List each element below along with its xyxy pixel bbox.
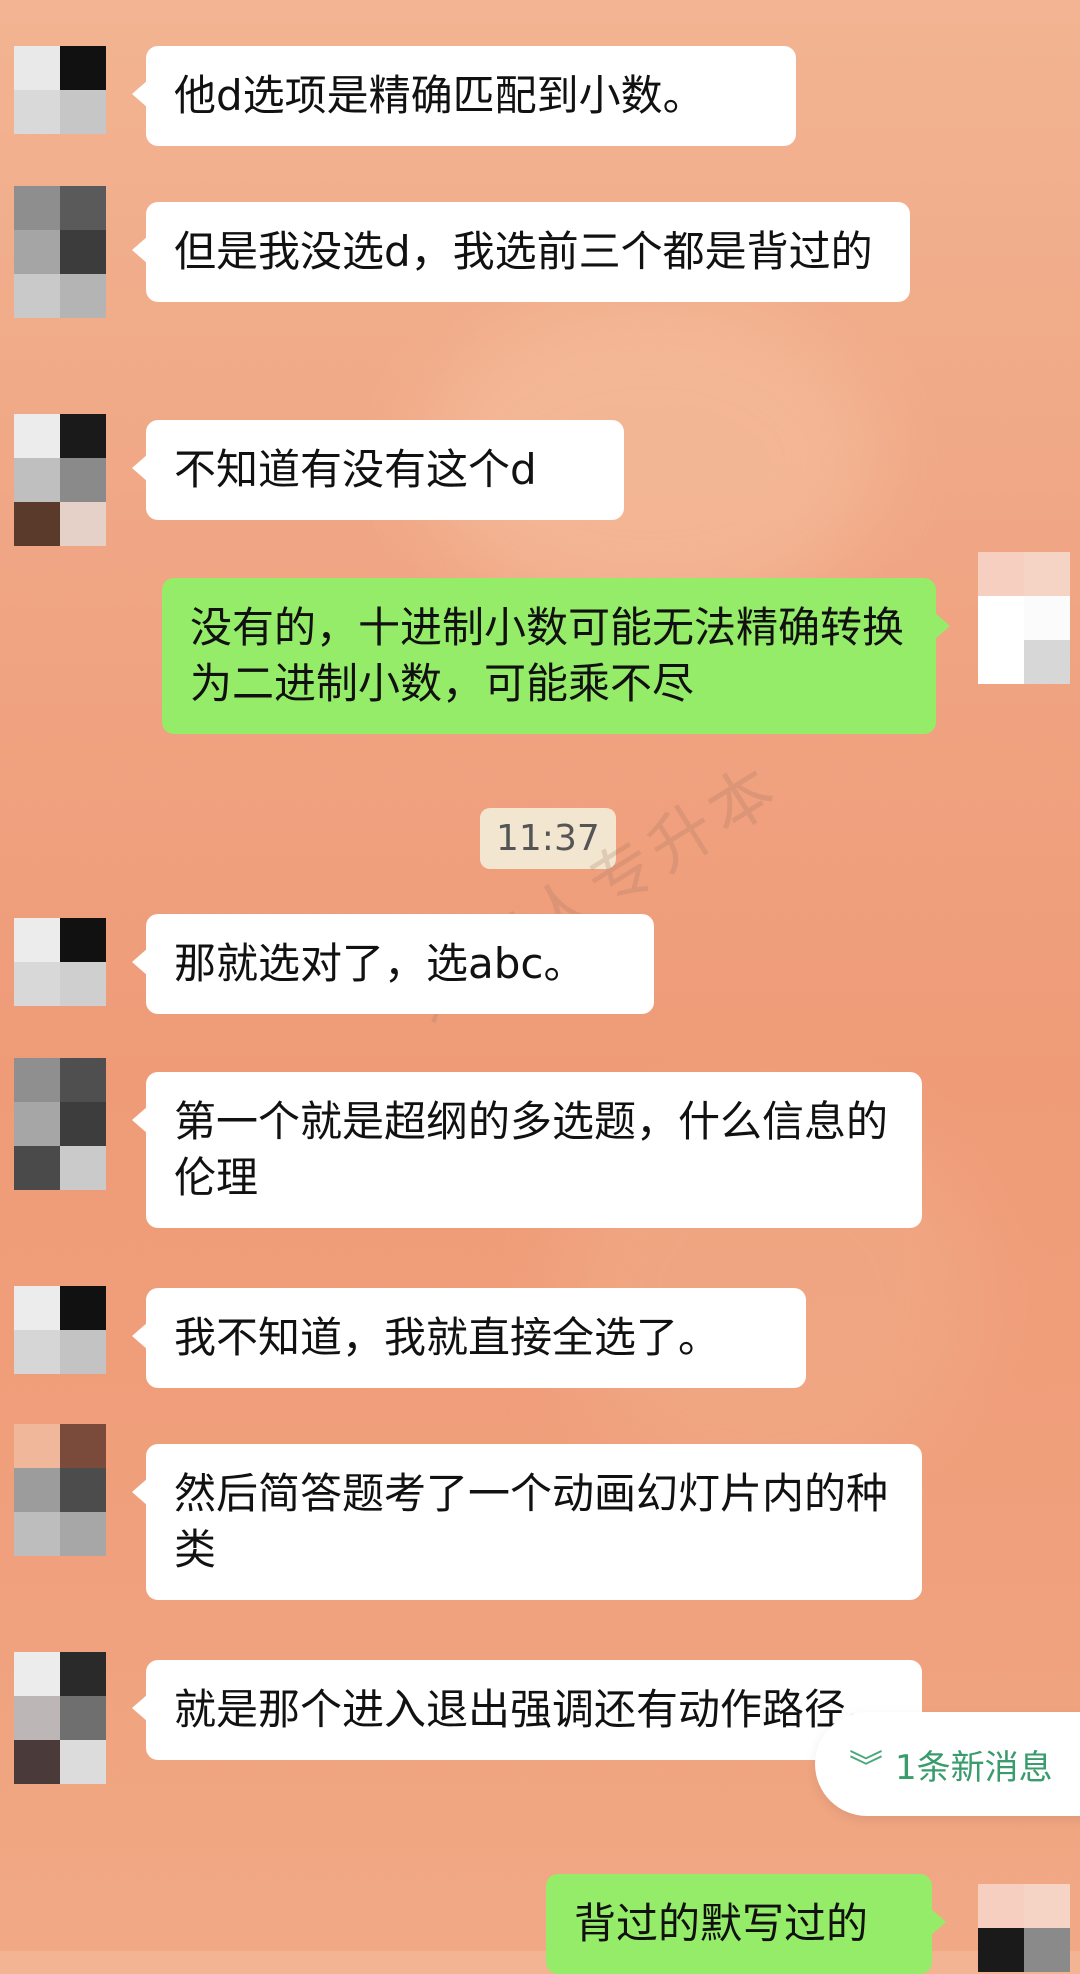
message-bubble-outgoing[interactable]: 背过的默写过的 — [546, 1874, 946, 1974]
message-bubble[interactable]: 他d选项是精确匹配到小数。 — [132, 46, 796, 146]
message-bubble[interactable]: 我不知道，我就直接全选了。 — [132, 1288, 806, 1388]
avatar[interactable] — [14, 414, 106, 546]
message-bubble[interactable]: 但是我没选d，我选前三个都是背过的 — [132, 202, 910, 302]
avatar[interactable] — [14, 186, 106, 318]
avatar[interactable] — [14, 918, 106, 1006]
message-bubble[interactable]: 那就选对了，选abc。 — [132, 914, 654, 1014]
avatar[interactable] — [14, 1058, 106, 1190]
chevrons-down-icon: ︾ — [849, 1747, 883, 1788]
message-bubble[interactable]: 然后简答题考了一个动画幻灯片内的种类 — [132, 1444, 922, 1600]
new-message-label: 1条新消息 — [895, 1747, 1053, 1788]
avatar[interactable] — [14, 1286, 106, 1374]
avatar[interactable] — [14, 46, 106, 134]
avatar[interactable] — [14, 1424, 106, 1556]
new-message-button[interactable]: ︾ 1条新消息 — [815, 1712, 1080, 1816]
message-bubble-outgoing[interactable]: 没有的，十进制小数可能无法精确转换为二进制小数，可能乘不尽 — [162, 578, 950, 734]
message-bubble[interactable]: 不知道有没有这个d — [132, 420, 624, 520]
avatar[interactable] — [14, 1652, 106, 1784]
message-bubble[interactable]: 第一个就是超纲的多选题，什么信息的伦理 — [132, 1072, 922, 1228]
my-avatar[interactable] — [978, 552, 1070, 684]
message-bubble[interactable]: 就是那个进入退出强调还有动作路径。 — [132, 1660, 922, 1760]
my-avatar[interactable] — [978, 1884, 1070, 1972]
